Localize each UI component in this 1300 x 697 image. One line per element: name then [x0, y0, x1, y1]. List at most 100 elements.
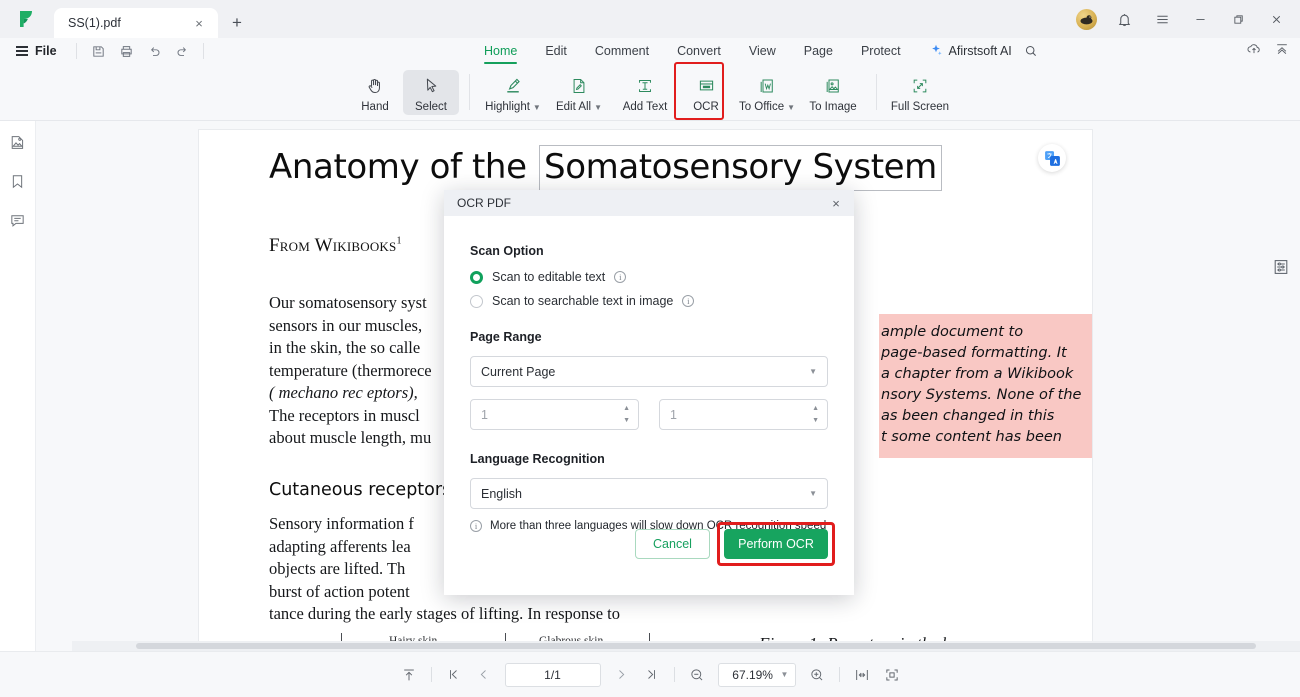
add-text-button[interactable]: Add Text — [612, 70, 678, 115]
page-title: Anatomy of the Somatosensory System — [269, 145, 942, 191]
hand-tool-button[interactable]: Hand — [347, 70, 403, 115]
tab-home[interactable]: Home — [470, 38, 531, 64]
horizontal-scrollbar[interactable] — [72, 641, 1300, 651]
scroll-to-top-icon[interactable] — [394, 662, 424, 688]
tab-page[interactable]: Page — [790, 38, 847, 64]
fit-width-icon[interactable] — [847, 662, 877, 688]
page-range-selected-value: Current Page — [481, 364, 556, 379]
stepper-down-icon[interactable]: ▼ — [623, 417, 630, 424]
next-page-icon[interactable] — [607, 662, 637, 688]
document-tab[interactable]: SS(1).pdf × — [54, 8, 218, 38]
left-tool-rail — [0, 121, 36, 651]
page-range-inputs: 1 ▲ ▼ 1 ▲ ▼ — [470, 399, 828, 430]
full-screen-button[interactable]: Full Screen — [887, 70, 953, 115]
tab-convert[interactable]: Convert — [663, 38, 735, 64]
bookmark-icon[interactable] — [5, 168, 31, 194]
restore-button[interactable] — [1220, 4, 1256, 34]
collapse-ribbon-icon[interactable] — [1274, 41, 1290, 62]
highlight-button[interactable]: Highlight ▼ — [480, 70, 546, 115]
ocr-icon — [696, 74, 717, 98]
last-page-icon[interactable] — [637, 662, 667, 688]
print-icon[interactable] — [113, 40, 139, 62]
fit-page-icon[interactable] — [877, 662, 907, 688]
zoom-level-select[interactable]: 67.19% ▼ — [717, 662, 796, 687]
stepper-arrows[interactable]: ▲ ▼ — [812, 405, 819, 424]
divider — [673, 667, 675, 682]
stepper-arrows[interactable]: ▲ ▼ — [623, 405, 630, 424]
to-office-icon — [757, 74, 777, 98]
to-image-label: To Image — [809, 100, 857, 113]
save-icon[interactable] — [85, 40, 111, 62]
to-image-button[interactable]: To Image — [800, 70, 866, 115]
page-to-value: 1 — [670, 407, 677, 422]
ocr-button[interactable]: OCR — [678, 70, 734, 115]
page-title-selection[interactable]: Somatosensory System — [539, 145, 942, 191]
tab-comment[interactable]: Comment — [581, 38, 663, 64]
tab-edit-label: Edit — [545, 44, 567, 58]
search-icon[interactable] — [1024, 44, 1038, 58]
tab-comment-label: Comment — [594, 44, 650, 58]
zoom-in-icon[interactable] — [802, 662, 832, 688]
select-tool-button[interactable]: Select — [403, 69, 459, 115]
previous-page-icon[interactable] — [469, 662, 499, 688]
tab-convert-label: Convert — [677, 44, 721, 58]
redo-icon[interactable] — [169, 40, 195, 62]
cancel-button[interactable]: Cancel — [635, 529, 710, 559]
tab-edit[interactable]: Edit — [531, 38, 581, 64]
select-tool-label: Select — [415, 100, 447, 113]
radio-scan-searchable-image[interactable]: Scan to searchable text in image i — [470, 294, 828, 308]
page-range-select[interactable]: Current Page ▼ — [470, 356, 828, 387]
user-avatar[interactable] — [1068, 4, 1104, 34]
notifications-button[interactable] — [1106, 4, 1142, 34]
stepper-up-icon[interactable]: ▲ — [623, 405, 630, 412]
edit-all-button[interactable]: Edit All ▼ — [546, 70, 612, 115]
perform-ocr-button[interactable]: Perform OCR — [724, 529, 828, 559]
close-tab-icon[interactable]: × — [190, 14, 208, 32]
radio-button-selected[interactable] — [470, 270, 483, 284]
radio-button-unselected[interactable] — [470, 294, 483, 308]
page-from-stepper[interactable]: 1 ▲ ▼ — [470, 399, 639, 430]
tab-page-label: Page — [803, 44, 833, 58]
stepper-down-icon[interactable]: ▼ — [812, 417, 819, 424]
cloud-upload-icon[interactable] — [1246, 41, 1262, 62]
afirstsoft-ai-button[interactable]: Afirstsoft AI — [915, 43, 1012, 60]
info-icon[interactable]: i — [614, 271, 627, 283]
status-bar: 1/1 67.19% ▼ — [0, 651, 1300, 697]
tab-protect[interactable]: Protect — [847, 38, 915, 64]
minimize-button[interactable] — [1182, 4, 1218, 34]
stepper-up-icon[interactable]: ▲ — [812, 405, 819, 412]
ocr-dialog-header: OCR PDF × — [444, 190, 854, 216]
side-panel-icon[interactable] — [1270, 256, 1292, 278]
to-office-button[interactable]: To Office ▼ — [734, 70, 800, 115]
quick-access-toolbar — [85, 40, 195, 62]
new-tab-button[interactable]: + — [222, 8, 252, 38]
radio-scan-editable-text[interactable]: Scan to editable text i — [470, 270, 828, 284]
close-window-button[interactable] — [1258, 4, 1294, 34]
close-icon[interactable]: × — [826, 193, 846, 213]
scrollbar-thumb[interactable] — [136, 643, 1256, 649]
page-to-stepper[interactable]: 1 ▲ ▼ — [659, 399, 828, 430]
undo-icon[interactable] — [141, 40, 167, 62]
to-office-text: To Office — [738, 100, 785, 113]
title-bar: SS(1).pdf × + — [0, 0, 1300, 38]
page-number-input[interactable]: 1/1 — [504, 662, 601, 687]
file-menu-button[interactable]: File — [0, 44, 68, 58]
file-menu-label: File — [35, 44, 57, 58]
first-page-icon[interactable] — [439, 662, 469, 688]
document-source: From Wikibooks1 — [269, 235, 402, 257]
highlight-label: Highlight ▼ — [485, 101, 541, 113]
chevron-down-icon: ▼ — [787, 102, 796, 112]
main-menu-button[interactable] — [1144, 4, 1180, 34]
avatar-image — [1075, 8, 1097, 30]
comments-icon[interactable] — [5, 207, 31, 233]
zoom-out-icon[interactable] — [682, 662, 712, 688]
to-office-label: To Office ▼ — [739, 101, 795, 113]
info-icon[interactable]: i — [682, 295, 695, 307]
tab-view[interactable]: View — [735, 38, 790, 64]
thumbnails-icon[interactable] — [5, 129, 31, 155]
language-select[interactable]: English ▼ — [470, 478, 828, 509]
translate-icon[interactable] — [1038, 144, 1066, 172]
window-controls-group — [1068, 0, 1300, 38]
tab-protect-label: Protect — [860, 44, 901, 58]
menu-row-right-group — [1246, 38, 1290, 64]
